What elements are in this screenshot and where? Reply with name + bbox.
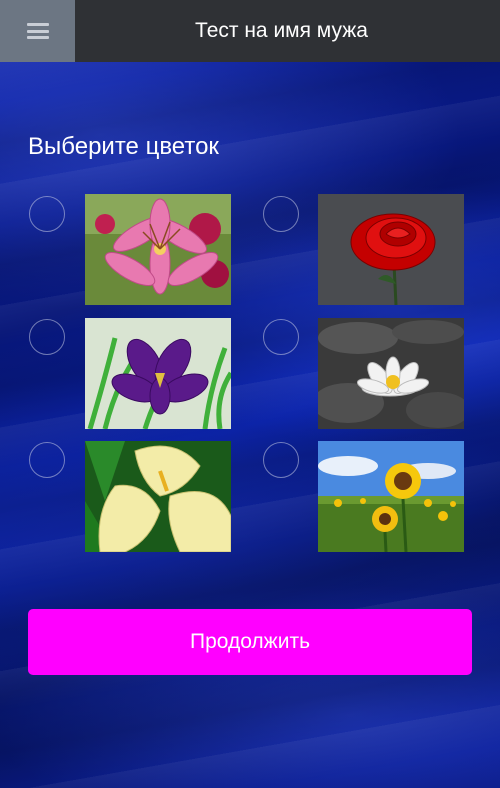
- radio-rose[interactable]: [263, 196, 299, 232]
- question-heading: Выберите цветок: [28, 133, 219, 160]
- app-bar: Тест на имя мужа: [0, 0, 500, 62]
- radio-calla[interactable]: [29, 442, 65, 478]
- sunflower-image[interactable]: [318, 441, 464, 552]
- rose-image[interactable]: [318, 194, 464, 305]
- page-title: Тест на имя мужа: [195, 19, 368, 42]
- radio-iris[interactable]: [29, 319, 65, 355]
- water-lily-image[interactable]: [318, 318, 464, 429]
- radio-lily[interactable]: [29, 196, 65, 232]
- radio-water-lily[interactable]: [263, 319, 299, 355]
- hamburger-menu-icon: [26, 23, 49, 39]
- lily-image[interactable]: [85, 194, 231, 305]
- radio-sunflower[interactable]: [263, 442, 299, 478]
- calla-image[interactable]: [85, 441, 231, 552]
- menu-button[interactable]: [0, 0, 75, 62]
- continue-button[interactable]: Продолжить: [28, 609, 472, 675]
- iris-image[interactable]: [85, 318, 231, 429]
